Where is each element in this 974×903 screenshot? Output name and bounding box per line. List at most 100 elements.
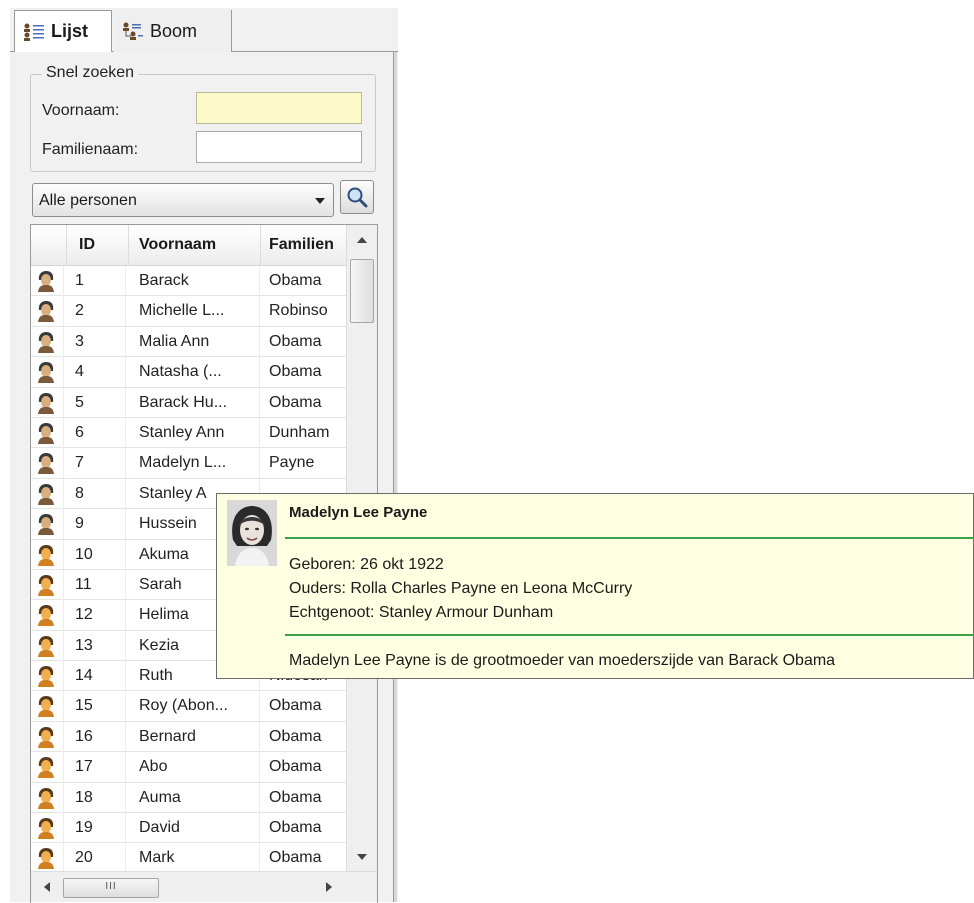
table-row[interactable]: 6 Stanley Ann Dunham [31, 417, 348, 449]
table-row[interactable]: 1 Barack Obama [31, 266, 348, 297]
table-row[interactable]: 18 Auma Obama [31, 782, 348, 814]
person-orange-icon [35, 752, 64, 783]
row-last-name: Robinso [269, 296, 348, 327]
last-name-label: Familienaam: [42, 141, 139, 158]
table-row[interactable]: 15 Roy (Abon... Obama [31, 691, 348, 722]
person-gray-icon [35, 357, 64, 388]
row-last-name: Obama [269, 752, 348, 783]
row-first-name: Mark [139, 843, 260, 874]
row-last-name: Obama [269, 813, 348, 844]
quick-search-legend: Snel zoeken [42, 64, 139, 82]
row-first-name: Malia Ann [139, 326, 260, 357]
table-row[interactable]: 20 Mark Obama [31, 843, 348, 874]
tooltip-separator [285, 537, 974, 539]
tab-boom[interactable]: Boom [114, 10, 232, 52]
person-gray-icon [35, 387, 64, 418]
scroll-left-icon[interactable] [37, 872, 57, 902]
person-orange-icon [35, 843, 64, 874]
row-id: 5 [75, 387, 126, 418]
row-last-name: Obama [269, 782, 348, 813]
row-last-name: Obama [269, 326, 348, 357]
last-name-input[interactable] [196, 131, 362, 163]
row-first-name: Roy (Abon... [139, 691, 260, 722]
scroll-right-icon[interactable] [319, 872, 339, 902]
row-last-name: Obama [269, 266, 348, 296]
person-tooltip: Madelyn Lee Payne Geboren: 26 okt 1922 O… [216, 493, 974, 679]
person-orange-icon [35, 782, 64, 813]
table-row[interactable]: 16 Bernard Obama [31, 721, 348, 753]
tree-icon [123, 22, 143, 40]
horizontal-scrollbar[interactable]: III [31, 871, 377, 902]
tooltip-birth: Geboren: 26 okt 1922 [289, 556, 444, 573]
person-orange-icon [35, 630, 64, 661]
person-gray-icon [35, 266, 64, 296]
row-id: 11 [75, 569, 126, 600]
column-header-last-name[interactable]: Familien [261, 225, 347, 265]
row-id: 2 [75, 296, 126, 327]
tooltip-spouse: Echtgenoot: Stanley Armour Dunham [289, 604, 554, 621]
table-row[interactable]: 7 Madelyn L... Payne [31, 448, 348, 479]
tooltip-description: Madelyn Lee Payne is de grootmoeder van … [289, 652, 836, 669]
column-header-first-name[interactable]: Voornaam [129, 225, 261, 265]
row-id: 6 [75, 417, 126, 448]
person-filter-select[interactable]: Alle personen [32, 183, 334, 217]
tab-boom-label: Boom [150, 20, 198, 41]
tooltip-separator [285, 634, 974, 636]
person-gray-icon [35, 296, 64, 327]
table-row[interactable]: 19 David Obama [31, 813, 348, 844]
row-id: 19 [75, 813, 126, 844]
person-gray-icon [35, 417, 64, 448]
vertical-scroll-thumb[interactable] [350, 259, 374, 323]
row-last-name: Obama [269, 721, 348, 752]
tab-lijst[interactable]: Lijst [14, 10, 112, 52]
row-id: 7 [75, 448, 126, 479]
table-header: ID Voornaam Familien [31, 225, 347, 266]
person-orange-icon [35, 691, 64, 722]
first-name-label: Voornaam: [42, 102, 120, 119]
person-gray-icon [35, 448, 64, 479]
row-id: 18 [75, 782, 126, 813]
row-id: 12 [75, 600, 126, 631]
person-filter-value: Alle personen [39, 192, 137, 209]
portrait-photo [227, 500, 277, 566]
person-orange-icon [35, 813, 64, 844]
panel-splitter[interactable] [393, 52, 397, 902]
table-row[interactable]: 4 Natasha (... Obama [31, 357, 348, 388]
person-gray-icon [35, 509, 64, 540]
search-button[interactable] [340, 180, 374, 214]
row-id: 4 [75, 357, 126, 388]
row-last-name: Payne [269, 448, 348, 479]
table-row[interactable]: 3 Malia Ann Obama [31, 326, 348, 358]
row-id: 1 [75, 266, 126, 296]
row-id: 3 [75, 326, 126, 357]
list-icon [24, 23, 44, 41]
person-orange-icon [35, 569, 64, 600]
table-row[interactable]: 2 Michelle L... Robinso [31, 296, 348, 327]
row-last-name: Obama [269, 691, 348, 722]
person-orange-icon [35, 721, 64, 752]
row-last-name: Obama [269, 357, 348, 388]
row-last-name: Obama [269, 387, 348, 418]
person-orange-icon [35, 539, 64, 570]
scroll-up-icon[interactable] [347, 225, 377, 255]
row-id: 15 [75, 691, 126, 722]
horizontal-scroll-thumb[interactable]: III [63, 878, 159, 898]
first-name-input[interactable] [196, 92, 362, 124]
row-first-name: Michelle L... [139, 296, 260, 327]
row-id: 17 [75, 752, 126, 783]
person-gray-icon [35, 478, 64, 509]
column-header-icon[interactable] [31, 225, 67, 265]
row-last-name: Obama [269, 843, 348, 874]
person-orange-icon [35, 600, 64, 631]
row-first-name: David [139, 813, 260, 844]
row-first-name: Bernard [139, 721, 260, 752]
row-id: 13 [75, 630, 126, 661]
chevron-down-icon [315, 198, 325, 204]
row-first-name: Stanley Ann [139, 417, 260, 448]
table-row[interactable]: 5 Barack Hu... Obama [31, 387, 348, 418]
column-header-id[interactable]: ID [67, 225, 129, 265]
table-row[interactable]: 17 Abo Obama [31, 752, 348, 783]
scroll-down-icon[interactable] [347, 843, 377, 871]
row-id: 8 [75, 478, 126, 509]
person-gray-icon [35, 326, 64, 357]
